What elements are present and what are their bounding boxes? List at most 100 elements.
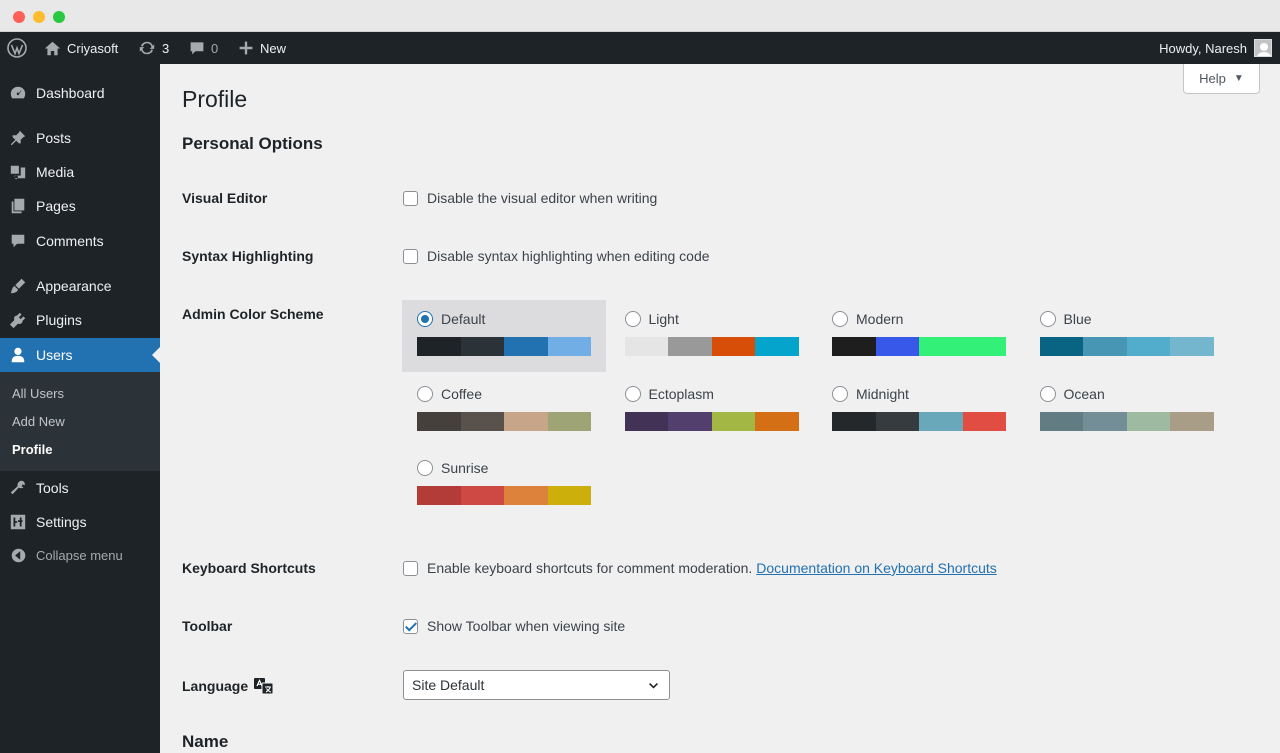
help-button[interactable]: Help ▼ [1183, 64, 1260, 94]
color-scheme-radio[interactable] [624, 385, 641, 402]
site-name: Criyasoft [67, 40, 119, 56]
color-scheme-option[interactable]: Midnight [817, 375, 1021, 447]
toolbar-checkbox[interactable] [403, 618, 418, 634]
sidebar-item-users[interactable]: Users [0, 338, 160, 372]
sidebar-item-comments[interactable]: Comments [0, 224, 160, 258]
my-account-link[interactable]: Howdy, Naresh [1159, 32, 1272, 64]
sidebar-item-pages[interactable]: Pages [0, 189, 160, 223]
color-swatch [1083, 411, 1127, 431]
wordpress-logo-icon[interactable] [7, 32, 27, 64]
color-scheme-radio[interactable] [417, 385, 433, 402]
sidebar-item-media[interactable]: Media [0, 155, 160, 189]
sidebar-item-settings[interactable]: Settings [0, 505, 160, 539]
comments-count: 0 [211, 40, 219, 56]
sidebar-item-posts[interactable]: Posts [0, 121, 160, 155]
language-value: Site Default [412, 677, 485, 693]
keyboard-shortcuts-doc-link[interactable]: Documentation on Keyboard Shortcuts [756, 560, 996, 576]
sidebar-item-appearance[interactable]: Appearance [0, 269, 160, 303]
dashboard-icon [10, 86, 26, 99]
keyboard-shortcuts-checkbox[interactable] [403, 560, 418, 576]
color-swatch [919, 337, 1006, 356]
color-swatch [1083, 337, 1127, 356]
language-label-row: Language [182, 677, 274, 695]
color-scheme-header[interactable]: Default [417, 311, 485, 327]
color-scheme-name: Blue [1063, 311, 1092, 327]
color-scheme-option[interactable]: Modern [817, 300, 1021, 372]
collapse-menu-button[interactable]: Collapse menu [0, 538, 160, 572]
color-palette [1039, 411, 1214, 431]
sidebar-item-label: Posts [36, 130, 72, 146]
color-scheme-radio[interactable] [624, 311, 641, 327]
sidebar-item-dashboard[interactable]: Dashboard [0, 76, 160, 110]
toolbar-label: Toolbar [182, 618, 233, 634]
color-scheme-option[interactable]: Ectoplasm [610, 375, 814, 447]
color-swatch [504, 337, 548, 356]
comments-link[interactable]: 0 [189, 32, 218, 64]
brush-icon [10, 278, 26, 294]
submenu-profile[interactable]: Profile [12, 442, 52, 457]
plugin-icon [9, 312, 26, 329]
updates-count: 3 [162, 40, 170, 56]
media-icon [10, 165, 26, 180]
keyboard-shortcuts-text: Enable keyboard shortcuts for comment mo… [427, 560, 753, 576]
color-scheme-radio[interactable] [417, 460, 433, 476]
syntax-highlighting-option[interactable]: Disable syntax highlighting when editing… [403, 248, 710, 264]
syntax-highlighting-label: Syntax Highlighting [182, 248, 314, 264]
color-scheme-header[interactable]: Midnight [832, 385, 909, 402]
minimize-window-button[interactable] [33, 11, 45, 23]
submenu-add-new[interactable]: Add New [12, 414, 65, 429]
color-scheme-option[interactable]: Default [402, 300, 606, 372]
color-scheme-header[interactable]: Light [624, 311, 679, 327]
color-scheme-radio[interactable] [1039, 385, 1056, 402]
sidebar-item-label: Users [36, 347, 73, 363]
help-label: Help [1199, 71, 1226, 86]
color-scheme-header[interactable]: Sunrise [417, 460, 488, 476]
wrench-icon [10, 480, 25, 495]
color-swatch [1039, 337, 1083, 356]
visual-editor-checkbox[interactable] [403, 190, 418, 206]
collapse-menu-label: Collapse menu [36, 547, 123, 563]
syntax-highlighting-checkbox[interactable] [403, 248, 418, 264]
pages-icon [11, 198, 25, 214]
site-name-link[interactable]: Criyasoft [44, 32, 118, 64]
color-swatch [1039, 411, 1083, 431]
color-scheme-option[interactable]: Blue [1025, 300, 1229, 372]
color-swatch [624, 337, 668, 356]
color-scheme-option[interactable]: Sunrise [402, 449, 606, 521]
language-select[interactable]: Site Default [403, 670, 670, 700]
color-scheme-name: Default [441, 311, 486, 327]
updates-link[interactable]: 3 [138, 32, 169, 64]
personal-options-heading: Personal Options [182, 134, 323, 153]
toolbar-option[interactable]: Show Toolbar when viewing site [403, 618, 625, 634]
visual-editor-option[interactable]: Disable the visual editor when writing [403, 190, 657, 206]
color-scheme-name: Ectoplasm [648, 385, 714, 402]
color-scheme-radio[interactable] [417, 311, 433, 327]
color-scheme-radio[interactable] [832, 311, 848, 327]
color-scheme-header[interactable]: Ocean [1039, 385, 1105, 402]
submenu-all-users[interactable]: All Users [12, 386, 64, 401]
color-scheme-radio[interactable] [1039, 311, 1056, 327]
color-swatch [1170, 411, 1214, 431]
color-scheme-header[interactable]: Ectoplasm [624, 385, 714, 402]
zoom-window-button[interactable] [53, 11, 65, 23]
color-scheme-radio[interactable] [832, 385, 848, 402]
color-swatch [1126, 411, 1170, 431]
plus-icon [239, 41, 253, 55]
sidebar-item-plugins[interactable]: Plugins [0, 303, 160, 337]
keyboard-shortcuts-option[interactable]: Enable keyboard shortcuts for comment mo… [403, 560, 997, 576]
new-content-link[interactable]: New [238, 32, 286, 64]
pin-icon [10, 130, 26, 146]
color-scheme-name: Light [648, 311, 679, 327]
color-scheme-header[interactable]: Modern [832, 311, 903, 327]
color-scheme-option[interactable]: Coffee [402, 375, 606, 447]
color-scheme-header[interactable]: Coffee [417, 385, 482, 402]
color-swatch [875, 337, 919, 356]
color-swatch [755, 337, 799, 356]
sidebar-item-tools[interactable]: Tools [0, 471, 160, 505]
color-scheme-label: Admin Color Scheme [182, 306, 324, 322]
color-swatch [962, 411, 1006, 431]
color-scheme-option[interactable]: Ocean [1025, 375, 1229, 447]
close-window-button[interactable] [13, 11, 25, 23]
color-scheme-header[interactable]: Blue [1039, 311, 1092, 327]
color-scheme-option[interactable]: Light [610, 300, 814, 372]
